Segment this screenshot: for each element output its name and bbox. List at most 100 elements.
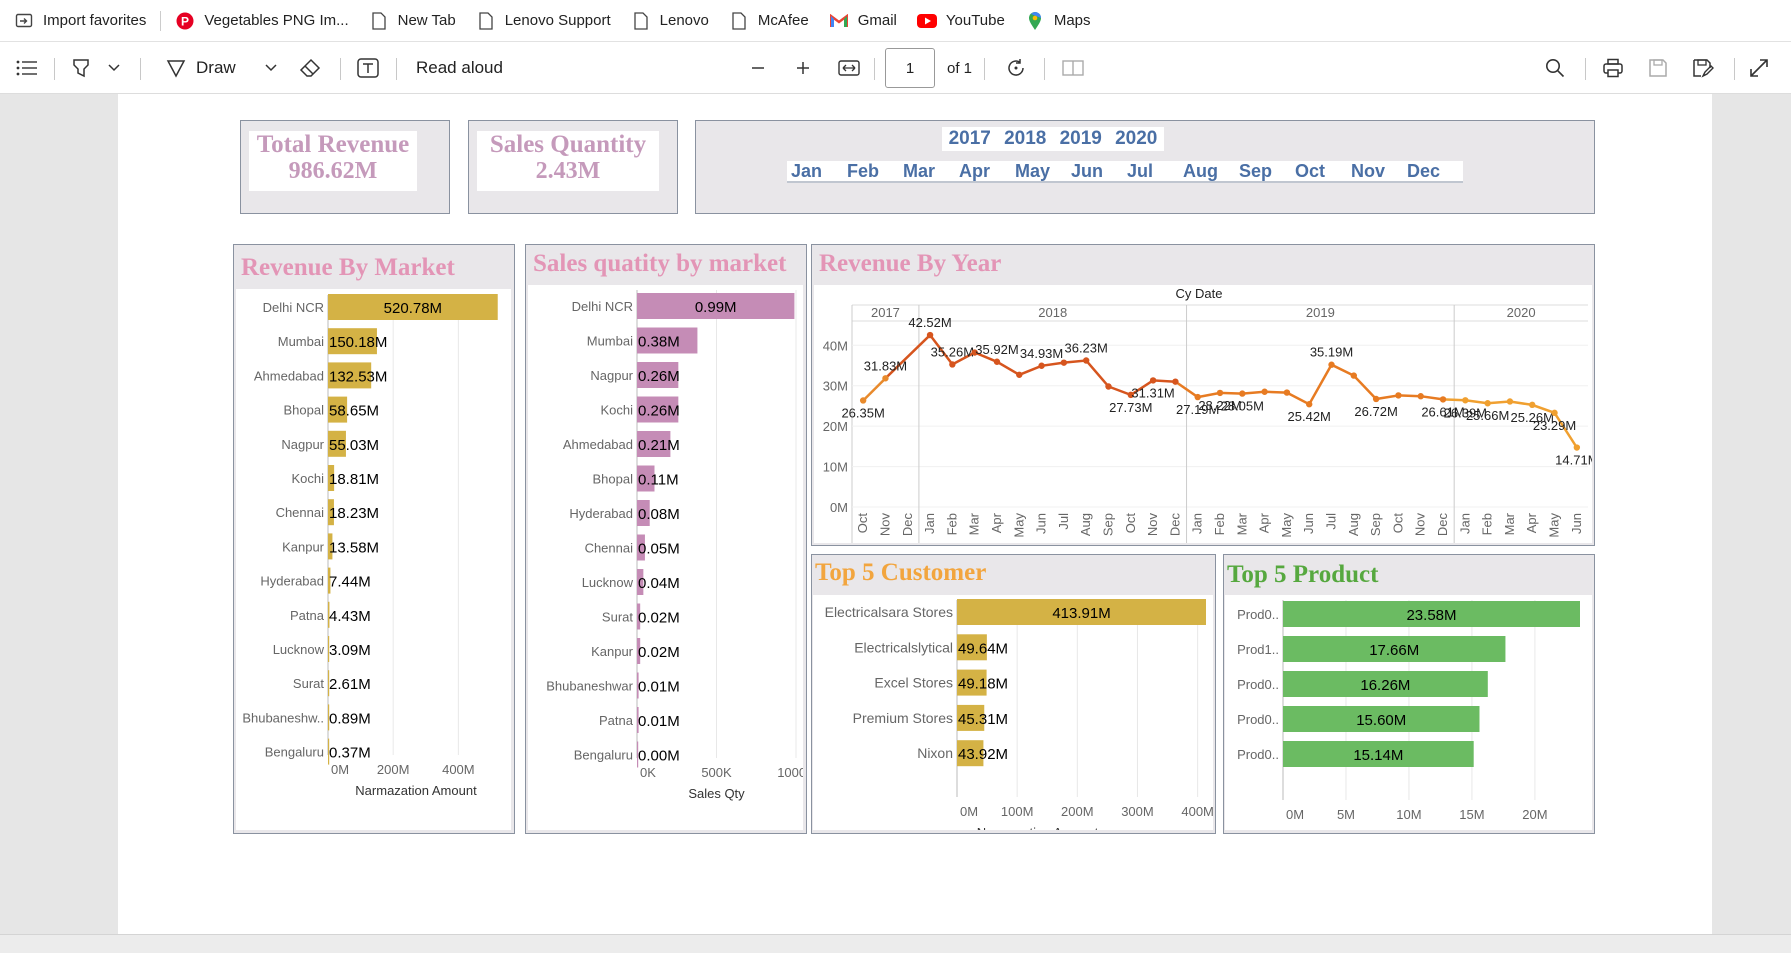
save-icon[interactable]	[1648, 42, 1668, 94]
text-box-icon[interactable]	[357, 42, 379, 94]
category-label: Kochi	[600, 403, 633, 418]
data-point	[1529, 401, 1536, 409]
data-point	[1372, 395, 1380, 403]
rotate-icon[interactable]	[1005, 42, 1027, 94]
data-label: 17.66M	[1369, 642, 1419, 659]
top-5-customer-chart: 0M 100M 200M 300M 400M Narmazation Amount Elec…	[825, 599, 1214, 840]
x-tick-label: Jul	[1056, 513, 1071, 530]
month-filter-jan[interactable]: Jan	[791, 161, 847, 182]
youtube-icon	[916, 11, 937, 31]
month-filter-apr[interactable]: Apr	[959, 161, 1015, 182]
page-view-icon[interactable]	[1062, 42, 1084, 94]
data-label: 0.21M	[638, 437, 680, 454]
search-icon[interactable]	[1545, 42, 1565, 94]
x-tick-label: 400M	[442, 762, 475, 777]
toolbar-divider	[874, 58, 875, 80]
data-point	[859, 397, 867, 404]
import-icon	[14, 11, 34, 31]
data-point	[1261, 388, 1268, 395]
save-as-icon[interactable]	[1692, 42, 1714, 94]
top-5-product-title: Top 5 Product	[1227, 561, 1379, 588]
category-label: Nixon	[917, 745, 953, 761]
draw-button[interactable]: Draw	[166, 42, 236, 94]
chevron-down-icon[interactable]	[108, 42, 120, 94]
month-filter-nov[interactable]: Nov	[1351, 161, 1407, 182]
year-filter: 2017 2018 2019 2020	[942, 127, 1164, 151]
data-label: 0.01M	[638, 713, 680, 730]
revenue-by-year-chart: Cy Date 0M 10M 20M 30M 40M 2017 Oct Nov Dec 2018 Ja…	[823, 286, 1599, 543]
fit-width-icon[interactable]	[838, 42, 860, 94]
year-filter-2019[interactable]: 2019	[1060, 128, 1102, 150]
toolbar-divider	[984, 58, 985, 80]
top-5-product-chart: 0M 5M 10M 15M 20M Narmazation Amount Prod0.. 23…	[1237, 600, 1580, 843]
x-tick-label: 1000K	[777, 765, 803, 780]
zoom-in-icon[interactable]	[796, 42, 810, 94]
page-icon	[369, 11, 389, 31]
favorite-vegetables[interactable]: P Vegetables PNG Im...	[175, 11, 349, 31]
favorite-gmail[interactable]: Gmail	[829, 11, 897, 31]
data-label: 25.42M	[1288, 409, 1331, 424]
favorite-label: Lenovo	[659, 12, 709, 29]
year-filter-2020[interactable]: 2020	[1115, 128, 1157, 150]
read-aloud-button[interactable]: Read aloud	[416, 42, 503, 94]
data-label: 27.73M	[1109, 400, 1152, 415]
data-point	[926, 331, 934, 339]
month-filter-aug[interactable]: Aug	[1183, 161, 1239, 182]
x-tick-label: Jan	[1457, 513, 1472, 534]
data-label: 0.02M	[638, 610, 680, 627]
year-filter-2018[interactable]: 2018	[1004, 128, 1046, 150]
data-label: 0.37M	[329, 745, 371, 762]
zoom-out-icon[interactable]	[751, 42, 765, 94]
month-filter-may[interactable]: May	[1015, 161, 1071, 182]
data-point	[1016, 371, 1023, 378]
y-tick-label: 10M	[823, 460, 848, 475]
sales-qty-by-market-chart: 0K 500K 1000K Sales Qty Delhi NCR 0.99M Mumbai…	[546, 290, 815, 801]
data-point	[1462, 397, 1469, 404]
expand-icon[interactable]	[1749, 42, 1769, 94]
data-point	[1038, 362, 1045, 369]
month-filter-dec[interactable]: Dec	[1407, 161, 1463, 182]
chevron-down-icon[interactable]	[265, 42, 277, 94]
eraser-icon[interactable]	[299, 42, 321, 94]
print-icon[interactable]	[1602, 42, 1624, 94]
x-tick-label: May	[1547, 513, 1562, 538]
category-label: Electricalslytical	[854, 639, 953, 655]
favorite-label: YouTube	[945, 12, 1005, 29]
y-tick-label: 20M	[823, 419, 848, 434]
year-filter-2017[interactable]: 2017	[949, 128, 991, 150]
month-filter-feb[interactable]: Feb	[847, 161, 903, 182]
month-filter-mar[interactable]: Mar	[903, 161, 959, 182]
page-number-input[interactable]: 1	[885, 48, 935, 88]
kpi-total-revenue-card: Total Revenue 986.62M	[240, 120, 450, 214]
data-label: 7.44M	[329, 574, 371, 591]
favorite-youtube[interactable]: YouTube	[916, 11, 1005, 31]
category-label: Patna	[290, 608, 325, 623]
x-tick-label: 300M	[1121, 804, 1154, 819]
data-point	[993, 358, 1001, 365]
category-label: Mumbai	[278, 334, 324, 349]
month-filter-sep[interactable]: Sep	[1239, 161, 1295, 182]
category-label: Premium Stores	[853, 710, 953, 726]
favorite-mcafee[interactable]: McAfee	[729, 11, 809, 31]
favorite-label: Vegetables PNG Im...	[204, 12, 349, 29]
data-point	[1105, 383, 1112, 390]
month-filter-oct[interactable]: Oct	[1295, 161, 1351, 182]
favorite-import[interactable]: Import favorites	[14, 11, 146, 31]
data-point	[1172, 378, 1179, 385]
highlight-icon[interactable]	[70, 42, 92, 94]
x-tick-label: 0K	[640, 765, 656, 780]
favorite-lenovo-support[interactable]: Lenovo Support	[476, 11, 611, 31]
contents-icon[interactable]	[16, 42, 38, 94]
x-tick-label: Mar	[1502, 512, 1517, 535]
data-label: 34.93M	[1020, 346, 1063, 361]
data-point	[1149, 377, 1157, 384]
favorite-maps[interactable]: Maps	[1025, 11, 1091, 31]
favorite-lenovo[interactable]: Lenovo	[631, 11, 709, 31]
top-5-customer-title: Top 5 Customer	[815, 559, 987, 586]
month-filter-jun[interactable]: Jun	[1071, 161, 1127, 182]
month-filter-jul[interactable]: Jul	[1127, 161, 1183, 182]
toolbar-divider	[54, 58, 55, 80]
data-label: 26.35M	[841, 405, 884, 420]
favorite-new-tab[interactable]: New Tab	[369, 11, 456, 31]
revenue-by-year-panel: Revenue By Year Cy Date 0M 10M 20M 30M 40M 201…	[811, 244, 1599, 546]
